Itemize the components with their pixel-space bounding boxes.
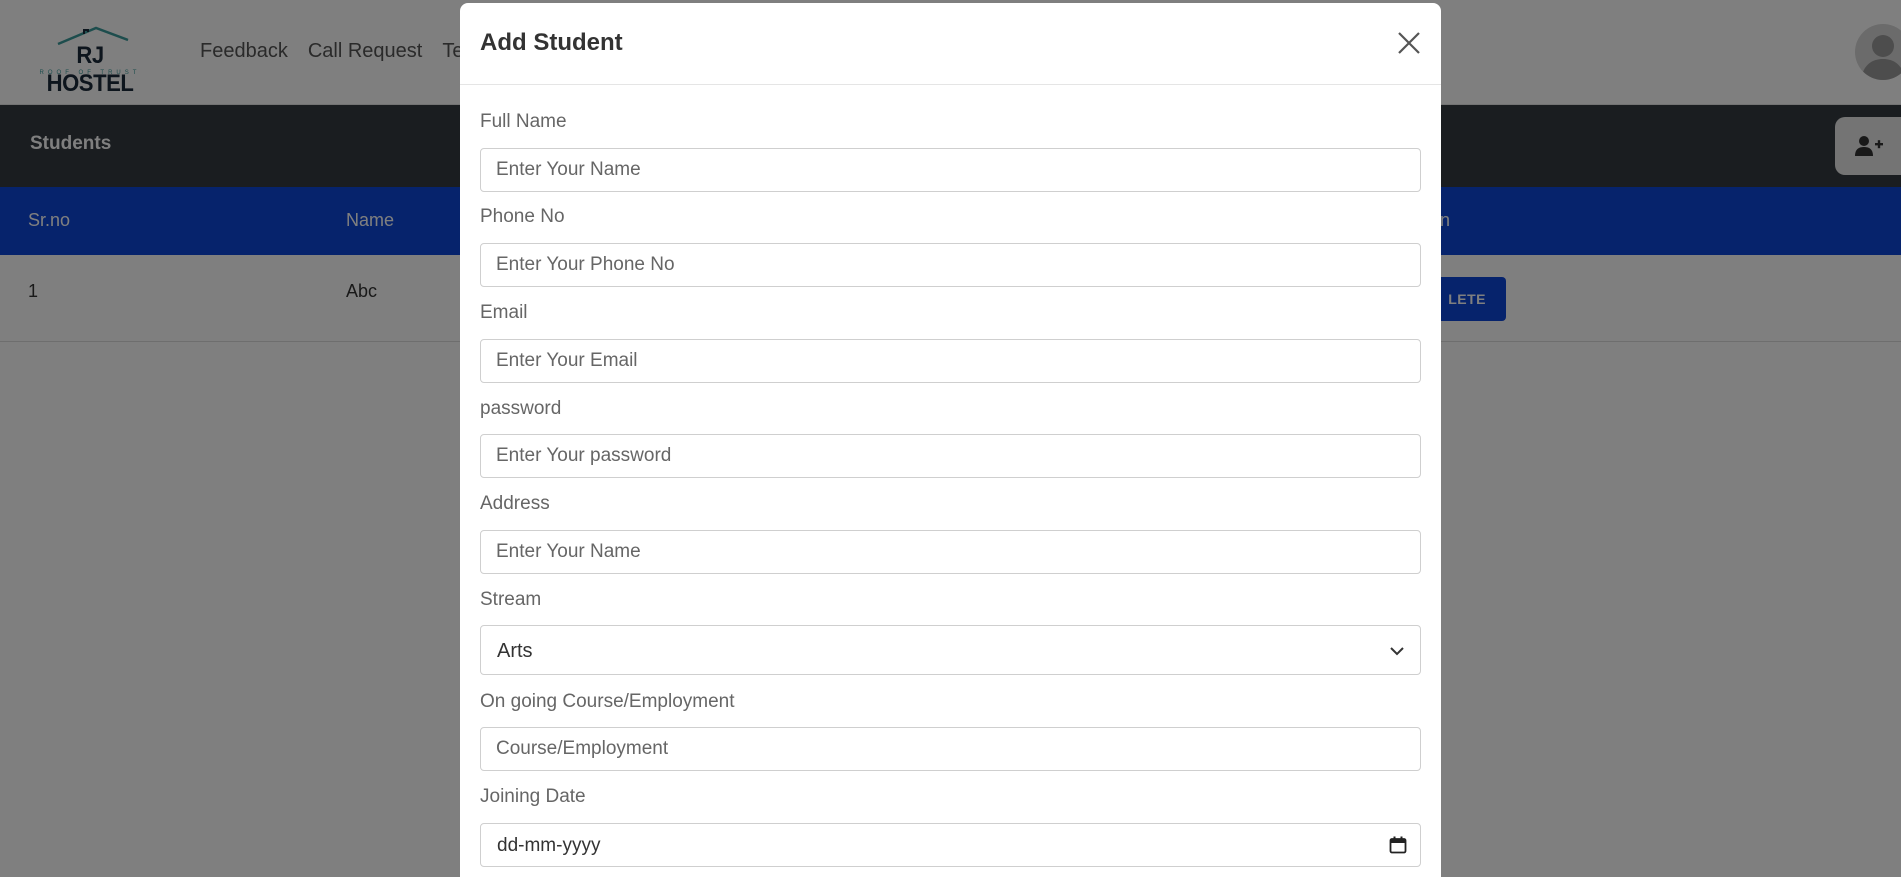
password-input[interactable] <box>480 434 1421 478</box>
password-label: password <box>480 398 562 419</box>
course-input[interactable] <box>480 727 1421 771</box>
email-input[interactable] <box>480 339 1421 383</box>
stream-selected-value: Arts <box>497 640 533 662</box>
page: RJ HOSTEL ROOF OF TRUST Feedback Call Re… <box>0 0 1901 877</box>
stream-select[interactable]: Arts <box>480 625 1421 675</box>
modal-header: Add Student <box>460 3 1441 85</box>
modal-title: Add Student <box>480 29 623 56</box>
calendar-icon[interactable] <box>1389 836 1407 854</box>
chevron-down-icon <box>1390 647 1404 656</box>
stream-label: Stream <box>480 589 542 610</box>
joining-date-input[interactable]: dd-mm-yyyy <box>480 823 1421 867</box>
address-label: Address <box>480 493 550 514</box>
address-input[interactable] <box>480 530 1421 574</box>
close-icon <box>1398 31 1420 54</box>
close-button[interactable] <box>1394 29 1424 59</box>
add-student-modal: Add Student Full Name Phone No Email pas… <box>460 3 1441 877</box>
joining-date-value: dd-mm-yyyy <box>497 835 601 856</box>
full-name-input[interactable] <box>480 148 1421 192</box>
email-label: Email <box>480 302 528 323</box>
full-name-label: Full Name <box>480 111 567 132</box>
course-label: On going Course/Employment <box>480 691 735 712</box>
phone-label: Phone No <box>480 206 565 227</box>
joining-date-label: Joining Date <box>480 786 586 807</box>
phone-input[interactable] <box>480 243 1421 287</box>
